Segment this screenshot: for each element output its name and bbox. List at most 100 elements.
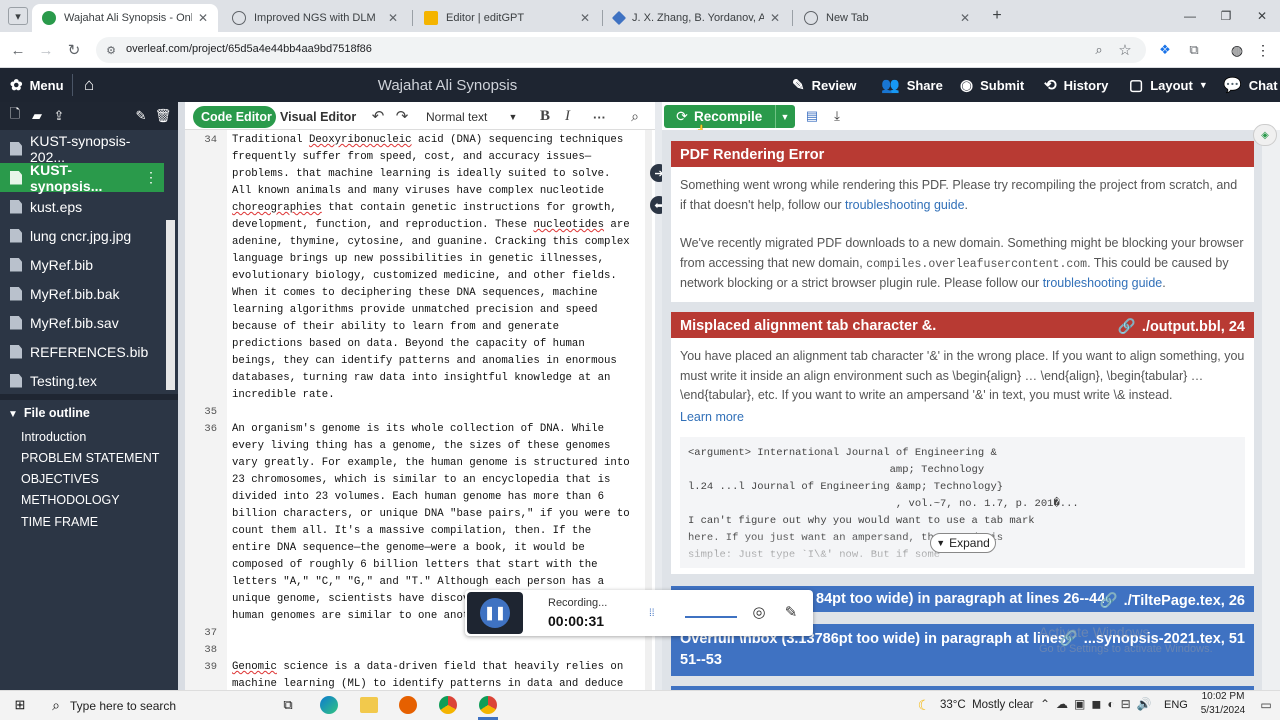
minimize-window-icon[interactable]: — (1176, 6, 1204, 26)
notification-icon[interactable]: ▭ (1258, 697, 1274, 713)
code-line[interactable]: development, function, and reproduction.… (232, 217, 630, 234)
code-line[interactable]: All known animals and many viruses have … (232, 183, 604, 200)
misspelled-word[interactable]: Genomic (232, 661, 277, 673)
close-tab-icon[interactable]: ✕ (388, 11, 398, 25)
close-tab-icon[interactable]: ✕ (580, 11, 590, 25)
code-line[interactable]: divided into 23 volumes. Each human geno… (232, 489, 604, 506)
language-indicator[interactable]: ENG (1164, 699, 1188, 711)
chat-button[interactable]: 💬 Chat (1223, 68, 1278, 102)
firefox-icon[interactable] (399, 696, 417, 714)
file-item[interactable]: MyRef.bib (0, 250, 164, 279)
more-menu-icon[interactable]: ⋮ (1256, 41, 1270, 59)
close-tab-icon[interactable]: ✕ (198, 11, 208, 25)
share-button[interactable]: 👥 Share (881, 68, 943, 102)
undo-icon[interactable]: ↶ (370, 108, 386, 125)
file-item[interactable]: lung cncr.jpg.jpg (0, 221, 164, 250)
pdf-fit-icon[interactable]: ◈ (1253, 124, 1277, 146)
file-item[interactable]: Testing.tex (0, 366, 164, 395)
pause-icon[interactable]: ❚❚ (480, 598, 510, 628)
taskbar-search-input[interactable]: Type here to search (70, 699, 176, 713)
code-line[interactable]: An organism's genome is its whole collec… (232, 421, 604, 438)
outline-header[interactable]: ▼ File outline (8, 406, 90, 420)
chrome-icon[interactable] (439, 696, 457, 714)
learn-more-link[interactable]: Learn more (680, 408, 744, 428)
code-line[interactable]: frequently suffer from speed, cost, and … (232, 149, 591, 166)
volume-slider[interactable] (685, 616, 737, 618)
file-tree-scrollbar[interactable] (166, 220, 175, 390)
rename-pencil-icon[interactable]: ✎ (133, 108, 149, 124)
new-folder-icon[interactable]: ▰ (29, 108, 45, 124)
file-explorer-icon[interactable] (360, 697, 378, 713)
code-line[interactable]: Genomic science is a data-driven field t… (232, 659, 623, 676)
log-location-link[interactable]: 🔗 ./TiltePage.tex, 26 (1100, 592, 1246, 609)
restore-window-icon[interactable]: ❐ (1212, 6, 1240, 26)
code-line[interactable]: incredible rate. (232, 387, 335, 404)
delete-trash-icon[interactable]: 🗑 (155, 108, 172, 124)
file-menu-icon[interactable]: ⋮ (144, 169, 158, 186)
code-line[interactable]: Traditional Deoxyribonucleic acid (DNA) … (232, 132, 623, 149)
windows-start-icon[interactable]: ⊞ (12, 697, 28, 713)
code-line[interactable]: because of their ability to learn from a… (232, 319, 559, 336)
code-line[interactable]: beings, they can identify patterns and a… (232, 353, 617, 370)
clock-time[interactable]: 10:02 PM (1196, 691, 1250, 702)
layout-button[interactable]: ▢ Layout ▼ (1129, 68, 1208, 102)
file-item[interactable]: REFERENCES.bib (0, 337, 164, 366)
chrome-icon[interactable] (479, 696, 497, 714)
code-line[interactable]: learning algorithms provide unmatched pr… (232, 302, 598, 319)
search-icon[interactable]: ⌕ (48, 697, 64, 713)
extension-icon[interactable]: ❖ (1156, 41, 1174, 59)
code-line[interactable]: billion characters, or unique DNA "base … (232, 506, 630, 523)
url-text[interactable]: overleaf.com/project/65d5a4e44bb4aa9bd75… (126, 43, 372, 55)
code-line[interactable]: vary greatly. For example, the human gen… (232, 455, 630, 472)
code-line[interactable]: every living thing has a genome, the siz… (232, 438, 610, 455)
code-line[interactable]: When it comes to deciphering these DNA s… (232, 285, 598, 302)
recompile-options-chevron-icon[interactable]: ▼ (779, 110, 791, 124)
misspelled-word[interactable]: nucleotides (533, 219, 604, 231)
edge-icon[interactable] (320, 696, 338, 714)
text-style-select[interactable]: Normal text (426, 110, 487, 124)
bold-button[interactable]: B (540, 108, 550, 125)
left-pane-resizer[interactable] (178, 102, 185, 690)
search-icon[interactable]: ⌕ (627, 108, 643, 124)
logs-document-icon[interactable]: ▤ (804, 108, 820, 124)
browser-tab-ngs[interactable]: Improved NGS with DLM ✕ (222, 4, 408, 32)
upload-icon[interactable]: ⇪ (51, 108, 67, 124)
log-entry-misplaced-alignment[interactable]: Misplaced alignment tab character &. 🔗 ./… (671, 312, 1254, 574)
expand-button[interactable]: ▼ Expand (930, 533, 996, 553)
webcam-icon[interactable]: ◎ (749, 602, 769, 622)
outline-item[interactable]: TIME FRAME (21, 515, 98, 529)
outline-item[interactable]: METHODOLOGY (21, 493, 120, 507)
visual-editor-toggle[interactable]: Visual Editor (280, 110, 356, 124)
code-line[interactable]: predictions based on data. Beyond the ca… (232, 336, 585, 353)
clock-date[interactable]: 5/31/2024 (1196, 705, 1250, 716)
code-line[interactable]: human genomes are similar to one anot (232, 608, 469, 625)
project-title[interactable]: Wajahat Ali Synopsis (0, 77, 895, 94)
code-line[interactable]: evolutionary biology, customized medicin… (232, 268, 617, 285)
browser-tab-paper[interactable]: J. X. Zhang, B. Yordanov, A. Gau ✕ (604, 4, 790, 32)
file-item-selected[interactable]: KUST-synopsis... ⋮ (0, 162, 164, 194)
new-tab-plus-icon[interactable]: + (986, 6, 1008, 26)
tab-search-icon[interactable]: ▾ (8, 7, 28, 25)
reload-icon[interactable]: ↻ (63, 40, 85, 60)
file-item[interactable]: KUST-synopsis-202... (0, 133, 164, 165)
redo-icon[interactable]: ↷ (394, 108, 410, 125)
history-button[interactable]: ⟲ History (1044, 68, 1108, 102)
browser-tab-overleaf[interactable]: Wajahat Ali Synopsis - Online L ✕ (32, 4, 218, 32)
forward-arrow-icon[interactable]: → (35, 40, 57, 60)
code-line[interactable]: entire DNA sequence—the genome—were a bo… (232, 540, 585, 557)
file-item[interactable]: MyRef.bib.sav (0, 308, 164, 337)
code-line[interactable]: databases, turning raw data into insight… (232, 370, 610, 387)
file-item[interactable]: MyRef.bib.bak (0, 279, 164, 308)
outline-item[interactable]: PROBLEM STATEMENT (21, 451, 159, 465)
logs-scrollbar[interactable] (1262, 130, 1280, 690)
bookmark-star-icon[interactable]: ☆ (1116, 41, 1134, 59)
system-tray-icons[interactable]: ⌃☁▣◼◐⊟🔊 (1040, 697, 1158, 711)
review-button[interactable]: ✎ Review (792, 68, 856, 102)
submit-button[interactable]: ◉ Submit (960, 68, 1024, 102)
code-line[interactable]: unique genome, scientists have discov (232, 591, 469, 608)
close-window-icon[interactable]: ✕ (1248, 6, 1276, 26)
download-pdf-icon[interactable]: ⤓ (829, 108, 845, 124)
outline-item[interactable]: Introduction (21, 430, 86, 444)
puzzle-icon[interactable]: ⧉ (1185, 41, 1203, 59)
log-location-link[interactable]: 🔗 ./output.bbl, 24 (1118, 318, 1245, 335)
